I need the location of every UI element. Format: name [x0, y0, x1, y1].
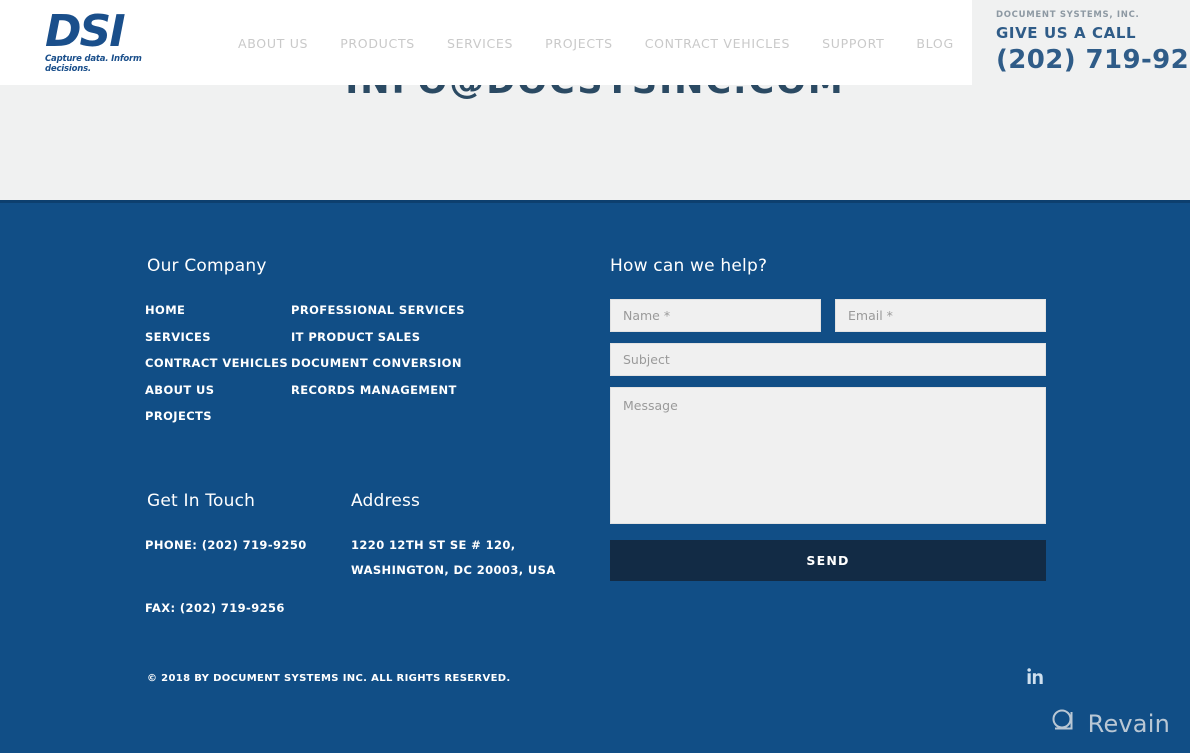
nav-item-blog[interactable]: BLOG: [916, 36, 953, 51]
footer-link-projects[interactable]: PROJECTS: [145, 409, 288, 423]
address-heading: Address: [351, 491, 421, 511]
site-logo[interactable]: DSI Capture data. Inform decisions.: [45, 6, 175, 75]
nav-item-products[interactable]: PRODUCTS: [340, 36, 415, 51]
get-in-touch-heading: Get In Touch: [147, 491, 256, 511]
footer-link-contract-vehicles[interactable]: CONTRACT VEHICLES: [145, 356, 288, 370]
message-textarea[interactable]: [610, 387, 1046, 524]
call-prompt-label: GIVE US A CALL: [996, 24, 1137, 42]
give-us-a-call-panel: DOCUMENT SYSTEMS, INC. GIVE US A CALL (2…: [972, 0, 1190, 86]
header-phone-link[interactable]: (202) 719-9250: [996, 45, 1190, 75]
revain-label: Revain: [1087, 709, 1170, 738]
logo-tagline: Capture data. Inform decisions.: [45, 54, 142, 74]
linkedin-icon[interactable]: [1026, 667, 1044, 685]
form-row-name-email: [610, 299, 1046, 332]
form-heading: How can we help?: [610, 256, 768, 276]
nav-item-services[interactable]: SERVICES: [447, 36, 513, 51]
footer-links-column-secondary: PROFESSIONAL SERVICES IT PRODUCT SALES D…: [291, 303, 465, 409]
footer-link-about-us[interactable]: ABOUT US: [145, 383, 288, 397]
address-line-two: WASHINGTON, DC 20003, USA: [351, 563, 556, 577]
nav-item-about-us[interactable]: ABOUT US: [238, 36, 308, 51]
main-navigation: ABOUT US PRODUCTS SERVICES PROJECTS CONT…: [238, 36, 954, 51]
copyright-text: © 2018 BY DOCUMENT SYSTEMS INC. ALL RIGH…: [147, 673, 511, 684]
nav-item-contract-vehicles[interactable]: CONTRACT VEHICLES: [645, 36, 790, 51]
footer-link-records-management[interactable]: RECORDS MANAGEMENT: [291, 383, 465, 397]
nav-item-projects[interactable]: PROJECTS: [545, 36, 613, 51]
contact-form: SEND: [610, 299, 1046, 581]
footer-link-document-conversion[interactable]: DOCUMENT CONVERSION: [291, 356, 465, 370]
footer-links-column-primary: HOME SERVICES CONTRACT VEHICLES ABOUT US…: [145, 303, 288, 436]
our-company-heading: Our Company: [147, 256, 267, 276]
footer-link-services[interactable]: SERVICES: [145, 330, 288, 344]
footer-link-it-product-sales[interactable]: IT PRODUCT SALES: [291, 330, 465, 344]
logo-wordmark: DSI: [45, 6, 126, 57]
nav-item-support[interactable]: SUPPORT: [822, 36, 884, 51]
footer-fax-text: FAX: (202) 719-9256: [145, 601, 285, 615]
footer-link-professional-services[interactable]: PROFESSIONAL SERVICES: [291, 303, 465, 317]
company-name-label: DOCUMENT SYSTEMS, INC.: [996, 10, 1140, 20]
footer-link-home[interactable]: HOME: [145, 303, 288, 317]
revain-watermark: Revain: [1049, 706, 1170, 741]
address-line-one: 1220 12TH ST SE # 120,: [351, 538, 516, 552]
name-input[interactable]: [610, 299, 821, 332]
email-input[interactable]: [835, 299, 1046, 332]
page-root: INFO@DOCSYSINC.COM DSI Capture data. Inf…: [0, 0, 1190, 753]
subject-input[interactable]: [610, 343, 1046, 376]
revain-logo-icon: [1049, 706, 1079, 741]
site-header: DSI Capture data. Inform decisions. ABOU…: [0, 0, 1190, 86]
footer-phone-text[interactable]: PHONE: (202) 719-9250: [145, 538, 307, 552]
send-button[interactable]: SEND: [610, 540, 1046, 581]
